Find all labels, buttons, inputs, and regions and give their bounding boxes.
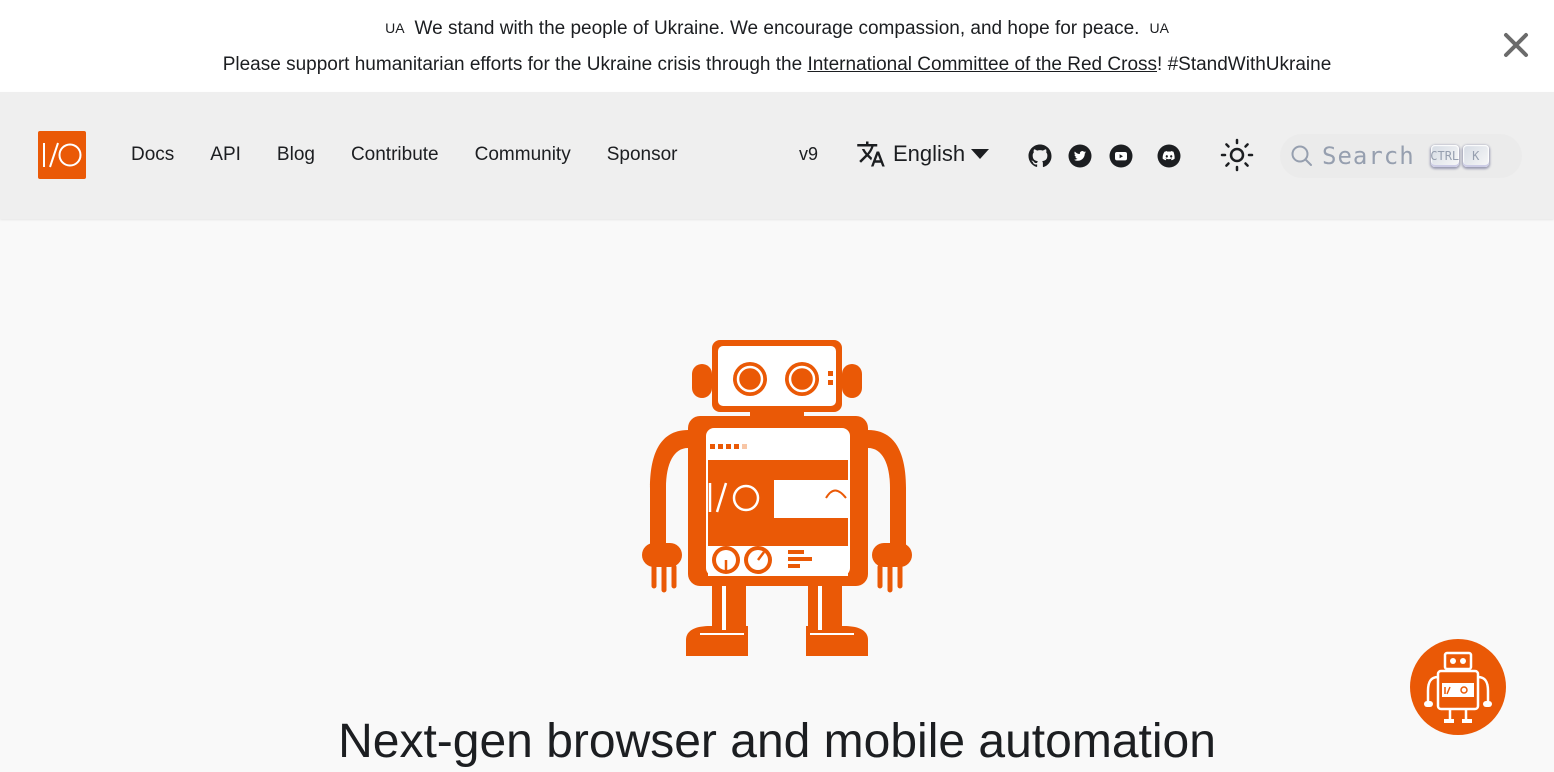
robot-illustration: [640, 338, 914, 658]
language-label: English: [893, 141, 966, 166]
support-suffix: ! #StandWithUkraine: [1157, 54, 1332, 75]
language-dropdown[interactable]: English: [856, 139, 990, 169]
ctrl-key: CTRL: [1430, 145, 1459, 167]
ua-flag-right: UA: [1149, 20, 1169, 36]
robot-icon: [642, 340, 912, 656]
support-prefix: Please support humanitarian efforts for …: [222, 54, 808, 75]
robot-mini-icon: [1424, 651, 1492, 723]
discord-icon[interactable]: [1157, 144, 1181, 168]
nav-sponsor[interactable]: Sponsor: [589, 143, 696, 167]
hero-headline: Next-gen browser and mobile automation: [338, 715, 1216, 769]
version-selector[interactable]: v9: [799, 144, 818, 165]
nav-links: Docs API Blog Contribute Community Spons…: [113, 143, 695, 167]
nav-blog[interactable]: Blog: [259, 143, 333, 167]
translate-icon: [857, 141, 885, 167]
nav-contribute[interactable]: Contribute: [333, 143, 457, 167]
navbar: Docs API Blog Contribute Community Spons…: [0, 92, 1554, 219]
floating-robot-button[interactable]: [1410, 639, 1506, 735]
announcement-bar: UA We stand with the people of Ukraine. W…: [0, 0, 1554, 92]
search-icon: [1291, 145, 1312, 166]
twitter-icon[interactable]: [1068, 144, 1092, 168]
ua-flag-left: UA: [385, 20, 405, 36]
github-icon[interactable]: [1028, 144, 1052, 168]
nav-docs[interactable]: Docs: [113, 143, 192, 167]
announcement-line-2: Please support humanitarian efforts for …: [0, 53, 1554, 77]
announcement-message: We stand with the people of Ukraine. We …: [414, 18, 1140, 39]
announcement-line-1: UA We stand with the people of Ukraine. W…: [0, 16, 1554, 41]
chevron-down-icon: [971, 149, 990, 159]
logo-mark-icon: [43, 142, 82, 168]
nav-community[interactable]: Community: [457, 143, 589, 167]
search-placeholder: Search: [1322, 142, 1415, 170]
red-cross-link[interactable]: International Committee of the Red Cross: [807, 54, 1157, 75]
close-icon[interactable]: [1502, 31, 1530, 59]
youtube-icon[interactable]: [1109, 144, 1133, 168]
search-button[interactable]: Search CTRL K: [1280, 134, 1522, 178]
nav-api[interactable]: API: [192, 143, 259, 167]
webdriverio-logo[interactable]: [38, 131, 86, 179]
k-key: K: [1462, 145, 1489, 167]
sun-icon[interactable]: [1219, 137, 1255, 173]
